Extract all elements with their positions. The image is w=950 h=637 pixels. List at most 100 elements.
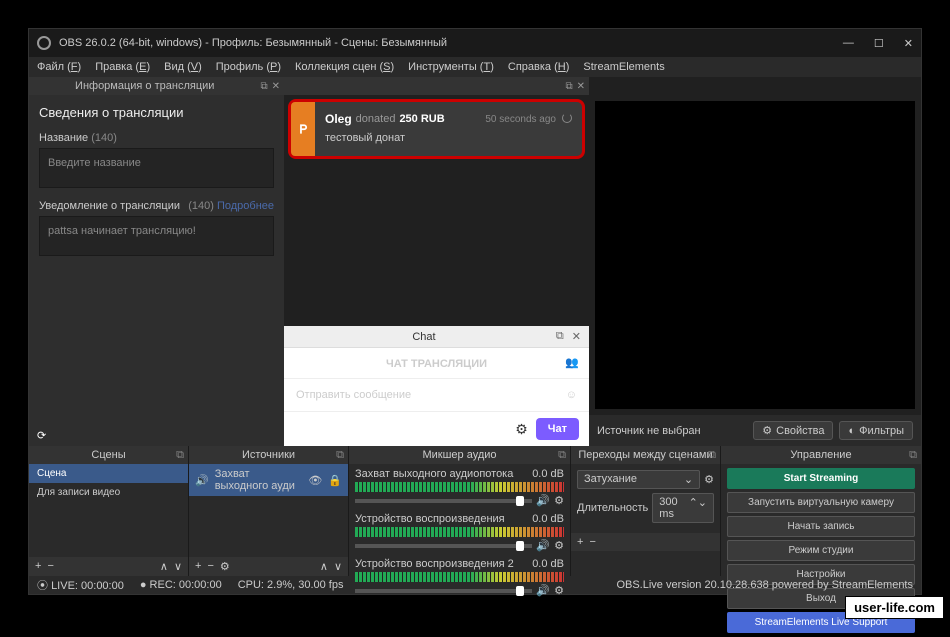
volume-slider[interactable] bbox=[355, 544, 532, 548]
add-icon[interactable]: + bbox=[35, 560, 41, 573]
popout-icon[interactable]: ⧉ bbox=[336, 449, 344, 462]
duration-label: Длительность bbox=[577, 502, 648, 514]
donation-amount: 250 RUB bbox=[399, 113, 444, 125]
controls-header: Управление bbox=[790, 449, 851, 461]
menu-profile[interactable]: Профиль (P) bbox=[216, 61, 281, 73]
down-icon[interactable]: ∨ bbox=[174, 560, 182, 573]
lock-icon[interactable]: 🔒 bbox=[328, 474, 342, 487]
up-icon[interactable]: ∧ bbox=[320, 560, 328, 573]
remove-icon[interactable]: − bbox=[47, 560, 53, 573]
filter-icon: ◐ bbox=[848, 425, 855, 437]
stream-name-input[interactable]: Введите название bbox=[39, 148, 274, 188]
gear-icon: ⚙ bbox=[762, 424, 772, 437]
scene-item[interactable]: Сцена bbox=[29, 464, 188, 483]
menu-edit[interactable]: Правка (E) bbox=[95, 61, 150, 73]
down-icon[interactable]: ∨ bbox=[334, 560, 342, 573]
menu-view[interactable]: Вид (V) bbox=[164, 61, 202, 73]
menu-help[interactable]: Справка (H) bbox=[508, 61, 570, 73]
activity-dock-header: ⧉ ✕ bbox=[284, 77, 589, 95]
properties-button[interactable]: ⚙Свойства bbox=[753, 421, 833, 440]
speaker-icon[interactable]: 🔊 bbox=[536, 494, 550, 507]
visibility-icon[interactable]: 👁 bbox=[308, 474, 322, 487]
sources-header: Источники bbox=[242, 449, 295, 461]
audio-icon: 🔊 bbox=[195, 474, 209, 487]
mixer-item: Устройство воспроизведения0.0 dB 🔊⚙ bbox=[355, 513, 564, 552]
mixer-item: Устройство воспроизведения 20.0 dB 🔊⚙ bbox=[355, 558, 564, 597]
virtual-camera-button[interactable]: Запустить виртуальную камеру bbox=[727, 492, 915, 513]
duration-input[interactable]: 300 ms⌃⌄ bbox=[652, 493, 714, 523]
chat-settings-icon[interactable]: ⚙ bbox=[515, 421, 528, 438]
gear-icon[interactable]: ⚙ bbox=[704, 473, 714, 486]
gear-icon[interactable]: ⚙ bbox=[220, 560, 230, 573]
donation-alert: Oleg donated 250 RUB 50 seconds ago тест… bbox=[288, 99, 585, 159]
remove-icon[interactable]: − bbox=[207, 560, 213, 573]
filters-button[interactable]: ◐Фильтры bbox=[839, 421, 913, 440]
mixer-item: Захват выходного аудиопотока0.0 dB 🔊⚙ bbox=[355, 468, 564, 507]
donation-message: тестовый донат bbox=[325, 132, 572, 144]
add-icon[interactable]: + bbox=[577, 536, 583, 548]
chat-dock-title: Chat bbox=[292, 331, 556, 343]
dock-popout-icon[interactable]: ⧉ bbox=[556, 330, 564, 343]
chat-dock: Chat ⧉ ✕ ЧАТ ТРАНСЛЯЦИИ 👥 Отправить сооб… bbox=[284, 326, 589, 446]
menu-tools[interactable]: Инструменты (T) bbox=[408, 61, 494, 73]
volume-meter bbox=[355, 482, 564, 492]
transition-select[interactable]: Затухание⌄ bbox=[577, 470, 700, 489]
add-icon[interactable]: + bbox=[195, 560, 201, 573]
dock-popout-icon[interactable]: ⧉ bbox=[260, 81, 267, 92]
popout-icon[interactable]: ⧉ bbox=[909, 449, 917, 462]
gear-icon[interactable]: ⚙ bbox=[554, 539, 564, 552]
dock-close-icon[interactable]: ✕ bbox=[577, 81, 585, 92]
dock-close-icon[interactable]: ✕ bbox=[572, 330, 581, 343]
minimize-icon[interactable]: — bbox=[843, 37, 854, 50]
speaker-icon[interactable]: 🔊 bbox=[536, 539, 550, 552]
volume-slider[interactable] bbox=[355, 499, 532, 503]
dock-popout-icon[interactable]: ⧉ bbox=[565, 81, 572, 92]
preview-area[interactable] bbox=[595, 101, 915, 409]
popout-icon[interactable]: ⧉ bbox=[708, 449, 716, 462]
scene-item[interactable]: Для записи видео bbox=[29, 483, 188, 502]
chat-send-button[interactable]: Чат bbox=[536, 418, 579, 440]
people-icon[interactable]: 👥 bbox=[565, 356, 579, 369]
menu-file[interactable]: Файл (F) bbox=[37, 61, 81, 73]
donor-name: Oleg bbox=[325, 112, 352, 126]
stream-notif-label: Уведомление о трансляции (140) Подробнее bbox=[39, 200, 274, 212]
gear-icon[interactable]: ⚙ bbox=[554, 494, 564, 507]
donation-badge-icon bbox=[291, 102, 315, 156]
stepper-icon: ⌃⌄ bbox=[689, 496, 707, 520]
popout-icon[interactable]: ⧉ bbox=[558, 449, 566, 462]
titlebar: OBS 26.0.2 (64-bit, windows) - Профиль: … bbox=[29, 29, 921, 57]
emoji-icon[interactable]: ☺ bbox=[566, 389, 577, 401]
window-title: OBS 26.0.2 (64-bit, windows) - Профиль: … bbox=[59, 37, 447, 49]
source-status: Источник не выбран bbox=[597, 425, 701, 437]
stream-info-heading: Сведения о трансляции bbox=[39, 105, 274, 120]
maximize-icon[interactable]: ☐ bbox=[874, 37, 884, 50]
start-recording-button[interactable]: Начать запись bbox=[727, 516, 915, 537]
gear-icon[interactable]: ⚙ bbox=[554, 584, 564, 597]
source-item[interactable]: 🔊 Захват выходного ауди 👁 🔒 bbox=[189, 464, 348, 496]
menu-scene-collection[interactable]: Коллекция сцен (S) bbox=[295, 61, 394, 73]
remove-icon[interactable]: − bbox=[589, 536, 595, 548]
obs-logo-icon bbox=[37, 36, 51, 50]
transitions-header: Переходы между сценами bbox=[578, 449, 712, 461]
watermark: user-life.com bbox=[845, 596, 944, 619]
studio-mode-button[interactable]: Режим студии bbox=[727, 540, 915, 561]
volume-slider[interactable] bbox=[355, 589, 532, 593]
stream-notif-input[interactable]: pattsa начинает трансляцию! bbox=[39, 216, 274, 256]
chat-input[interactable]: Отправить сообщение ☺ bbox=[284, 379, 589, 412]
menubar: Файл (F) Правка (E) Вид (V) Профиль (P) … bbox=[29, 57, 921, 77]
chevron-down-icon: ⌄ bbox=[684, 473, 693, 486]
up-icon[interactable]: ∧ bbox=[160, 560, 168, 573]
volume-meter bbox=[355, 572, 564, 582]
refresh-icon[interactable]: ⟳ bbox=[29, 425, 284, 446]
replay-icon[interactable] bbox=[562, 113, 572, 126]
stream-name-label: Название (140) bbox=[39, 132, 274, 144]
start-streaming-button[interactable]: Start Streaming bbox=[727, 468, 915, 489]
donation-time: 50 seconds ago bbox=[485, 114, 556, 125]
notif-more-link[interactable]: Подробнее bbox=[217, 200, 274, 212]
popout-icon[interactable]: ⧉ bbox=[176, 449, 184, 462]
menu-streamelements[interactable]: StreamElements bbox=[583, 61, 664, 73]
speaker-icon[interactable]: 🔊 bbox=[536, 584, 550, 597]
chat-tab-label: ЧАТ ТРАНСЛЯЦИИ bbox=[386, 358, 487, 370]
close-icon[interactable]: ✕ bbox=[904, 37, 913, 50]
dock-close-icon[interactable]: ✕ bbox=[272, 81, 280, 92]
